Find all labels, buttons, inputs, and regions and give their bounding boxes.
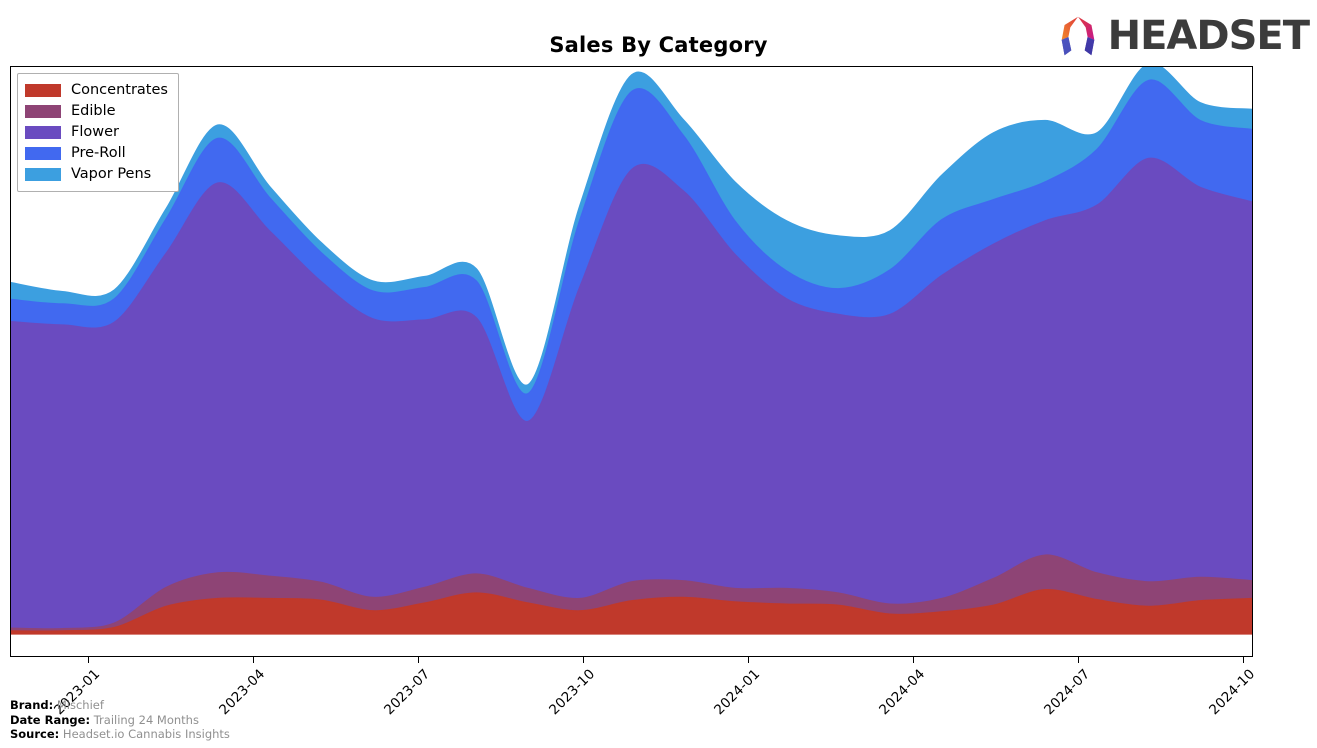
- legend-item-vapor-pens[interactable]: Vapor Pens: [25, 164, 168, 185]
- legend-label-pre-roll: Pre-Roll: [71, 145, 126, 162]
- legend-swatch-concentrates: [25, 84, 61, 97]
- legend-swatch-vapor-pens: [25, 168, 61, 181]
- area-flower: [11, 157, 1252, 630]
- footnote-brand: Brand: Mischief: [10, 698, 230, 713]
- legend-label-vapor-pens: Vapor Pens: [71, 166, 152, 183]
- area-series-group: [11, 67, 1252, 635]
- footnote-date-range-key: Date Range:: [10, 712, 91, 727]
- legend-label-flower: Flower: [71, 124, 119, 141]
- legend-swatch-edible: [25, 105, 61, 118]
- x-axis-tick: [88, 657, 89, 663]
- headset-hexagon-logo-icon: [1061, 16, 1094, 56]
- headset-logo: HEADSET: [1054, 12, 1310, 60]
- plot-area: Concentrates Edible Flower Pre-Roll Vapo…: [10, 66, 1253, 657]
- x-axis-tick: [748, 657, 749, 663]
- legend-item-pre-roll[interactable]: Pre-Roll: [25, 143, 168, 164]
- x-axis-label: 2023-07: [381, 666, 434, 719]
- x-axis-label: 2024-01: [711, 666, 764, 719]
- legend-item-flower[interactable]: Flower: [25, 122, 168, 143]
- x-axis-label: 2024-04: [876, 666, 929, 719]
- x-axis-tick: [418, 657, 419, 663]
- footnotes: Brand: Mischief Date Range: Trailing 24 …: [10, 698, 230, 742]
- x-axis-label: 2024-07: [1041, 666, 1094, 719]
- footnote-source-key: Source:: [10, 727, 60, 741]
- legend-swatch-flower: [25, 126, 61, 139]
- x-axis-label: 2023-10: [546, 666, 599, 719]
- legend-label-edible: Edible: [71, 103, 116, 120]
- footnote-date-range-value: Trailing 24 Months: [93, 712, 199, 727]
- legend-item-concentrates[interactable]: Concentrates: [25, 80, 168, 101]
- legend-label-concentrates: Concentrates: [71, 82, 168, 99]
- x-axis-tick: [253, 657, 254, 663]
- footnote-brand-value: Mischief: [56, 698, 104, 712]
- x-axis-label: 2024-10: [1206, 666, 1259, 719]
- headset-logo-text: HEADSET: [1107, 13, 1310, 59]
- footnote-source: Source: Headset.io Cannabis Insights: [10, 727, 230, 742]
- legend-item-edible[interactable]: Edible: [25, 101, 168, 122]
- x-axis-tick: [1078, 657, 1079, 663]
- footnote-source-value: Headset.io Cannabis Insights: [62, 727, 230, 741]
- footnote-brand-key: Brand:: [10, 698, 54, 712]
- chart-legend: Concentrates Edible Flower Pre-Roll Vapo…: [17, 73, 179, 192]
- x-axis-tick: [913, 657, 914, 663]
- x-axis-tick: [583, 657, 584, 663]
- footnote-date-range: Date Range: Trailing 24 Months: [10, 713, 230, 728]
- stacked-area-chart: [11, 67, 1252, 635]
- chart-page: Sales By Category HEADSET Concentrates E…: [0, 0, 1317, 748]
- legend-swatch-pre-roll: [25, 147, 61, 160]
- x-axis-tick: [1243, 657, 1244, 663]
